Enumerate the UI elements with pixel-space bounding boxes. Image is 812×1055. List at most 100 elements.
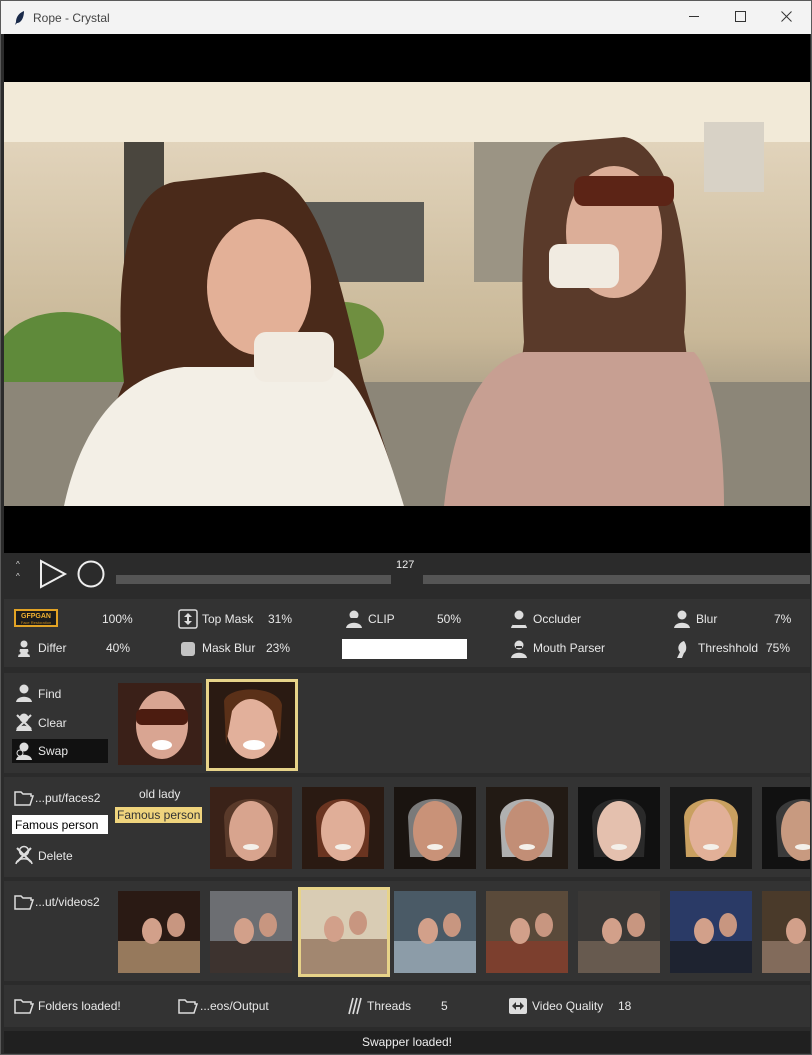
source-face-thumb[interactable] — [302, 787, 384, 869]
folder-open-icon[interactable] — [14, 996, 34, 1016]
face-thumb-image — [302, 787, 384, 869]
video-thumb-image — [578, 891, 660, 973]
minimize-button[interactable] — [671, 1, 717, 34]
clip-value[interactable]: 50% — [437, 612, 461, 626]
occluder-label: Occluder — [533, 612, 582, 626]
video-thumb-image — [210, 891, 292, 973]
blur-icon[interactable] — [672, 609, 692, 629]
transport-bar: ^ ^ 127 — [4, 553, 810, 595]
top-mask-icon[interactable] — [178, 609, 198, 629]
video-viewer[interactable] — [4, 34, 810, 553]
threshold-label: Threshhold — [698, 641, 759, 655]
face-thumb-image — [210, 787, 292, 869]
mask-blur-value[interactable]: 23% — [266, 641, 290, 655]
video-thumb[interactable] — [394, 891, 476, 973]
video-thumb[interactable] — [762, 891, 810, 973]
delete-button[interactable]: Delete — [38, 849, 73, 863]
close-icon — [780, 11, 792, 22]
timeline-track-remaining[interactable] — [423, 575, 810, 584]
title-bar: Rope - Crystal — [1, 1, 811, 34]
gfpgan-sublabel: Face Restoration — [20, 620, 52, 625]
swap-icon — [16, 742, 32, 760]
video-quality-icon[interactable] — [508, 996, 528, 1016]
mouth-parser-icon[interactable] — [509, 639, 529, 659]
face-tag-selected[interactable]: Famous person — [115, 807, 203, 823]
face-tag[interactable]: old lady — [139, 787, 180, 801]
video-thumb[interactable] — [486, 891, 568, 973]
target-face-thumb[interactable] — [118, 683, 202, 765]
videos-panel: ...ut/videos2 — [4, 881, 810, 981]
gfpgan-label: GFPGAN — [21, 613, 51, 620]
close-button[interactable] — [763, 1, 809, 34]
differ-icon[interactable] — [14, 639, 34, 659]
app-window: Rope - Crystal ^ ^ 127 GFPGAN Face Resto… — [0, 0, 812, 1055]
delete-icon[interactable] — [14, 845, 34, 865]
video-thumb[interactable] — [670, 891, 752, 973]
source-face-thumb[interactable] — [210, 787, 292, 869]
faces-folder-label[interactable]: ...put/faces2 — [35, 791, 100, 805]
clip-icon[interactable] — [344, 609, 364, 629]
frame-step-arrows[interactable]: ^ ^ — [16, 559, 26, 583]
arrow-up-icon[interactable]: ^ — [16, 559, 26, 571]
find-face-icon[interactable] — [14, 683, 34, 703]
swap-button[interactable]: Swap — [12, 739, 108, 763]
video-quality-label: Video Quality — [532, 999, 604, 1013]
video-thumb-image — [486, 891, 568, 973]
source-face-thumb[interactable] — [578, 787, 660, 869]
face-thumb-image — [670, 787, 752, 869]
source-face-thumb[interactable] — [670, 787, 752, 869]
swap-label: Swap — [38, 744, 69, 758]
minimize-icon — [688, 16, 699, 17]
source-face-thumb[interactable] — [394, 787, 476, 869]
occluder-icon[interactable] — [509, 609, 529, 629]
output-folder-label[interactable]: ...eos/Output — [200, 999, 269, 1013]
face-search-input[interactable] — [12, 815, 108, 834]
threshold-icon[interactable] — [672, 639, 692, 659]
timeline-track-played[interactable] — [116, 575, 391, 584]
mask-blur-icon[interactable] — [178, 639, 198, 659]
video-thumb[interactable] — [210, 891, 292, 973]
source-faces-panel: ...put/faces2 Delete old lady Famous per… — [4, 777, 810, 877]
output-panel: Folders loaded! ...eos/Output Threads 5 … — [4, 985, 810, 1027]
folder-open-icon[interactable] — [14, 788, 34, 808]
face-thumb-image — [762, 787, 810, 869]
folder-open-icon[interactable] — [178, 996, 198, 1016]
clear-button[interactable]: Clear — [38, 716, 67, 730]
maximize-button[interactable] — [717, 1, 763, 34]
settings-panel: GFPGAN Face Restoration 100% Differ 40% … — [4, 599, 810, 667]
top-mask-label: Top Mask — [202, 612, 254, 626]
maximize-icon — [734, 11, 746, 22]
gfpgan-value[interactable]: 100% — [102, 612, 133, 626]
video-frame — [4, 82, 810, 506]
window-title: Rope - Crystal — [33, 11, 110, 25]
blur-value[interactable]: 7% — [774, 612, 791, 626]
top-mask-value[interactable]: 31% — [268, 612, 292, 626]
gfpgan-button[interactable]: GFPGAN Face Restoration — [14, 609, 58, 627]
target-face-thumb[interactable] — [206, 679, 298, 771]
threads-icon[interactable] — [344, 996, 364, 1016]
clear-faces-icon[interactable] — [14, 712, 34, 732]
threads-value[interactable]: 5 — [441, 999, 448, 1013]
threads-label: Threads — [367, 999, 412, 1013]
video-thumb[interactable] — [298, 887, 390, 977]
source-face-thumb[interactable] — [486, 787, 568, 869]
frame-number: 127 — [396, 559, 415, 571]
face-thumb-image — [118, 683, 202, 765]
record-icon[interactable] — [76, 559, 106, 589]
video-thumb[interactable] — [578, 891, 660, 973]
find-button[interactable]: Find — [38, 687, 61, 701]
folder-open-icon[interactable] — [14, 892, 34, 912]
play-icon[interactable] — [38, 559, 68, 589]
video-thumb-image — [394, 891, 476, 973]
differ-value[interactable]: 40% — [106, 641, 130, 655]
status-bar: Swapper loaded! — [4, 1031, 810, 1053]
video-thumb[interactable] — [118, 891, 200, 973]
face-thumb-image — [578, 787, 660, 869]
source-face-thumb[interactable] — [762, 787, 810, 869]
arrow-down-icon[interactable]: ^ — [16, 571, 26, 583]
clip-text-input[interactable] — [342, 639, 467, 659]
video-quality-value[interactable]: 18 — [618, 999, 631, 1013]
threshold-value[interactable]: 75% — [766, 641, 790, 655]
videos-folder-label[interactable]: ...ut/videos2 — [35, 895, 100, 909]
video-thumb-image — [300, 889, 388, 975]
